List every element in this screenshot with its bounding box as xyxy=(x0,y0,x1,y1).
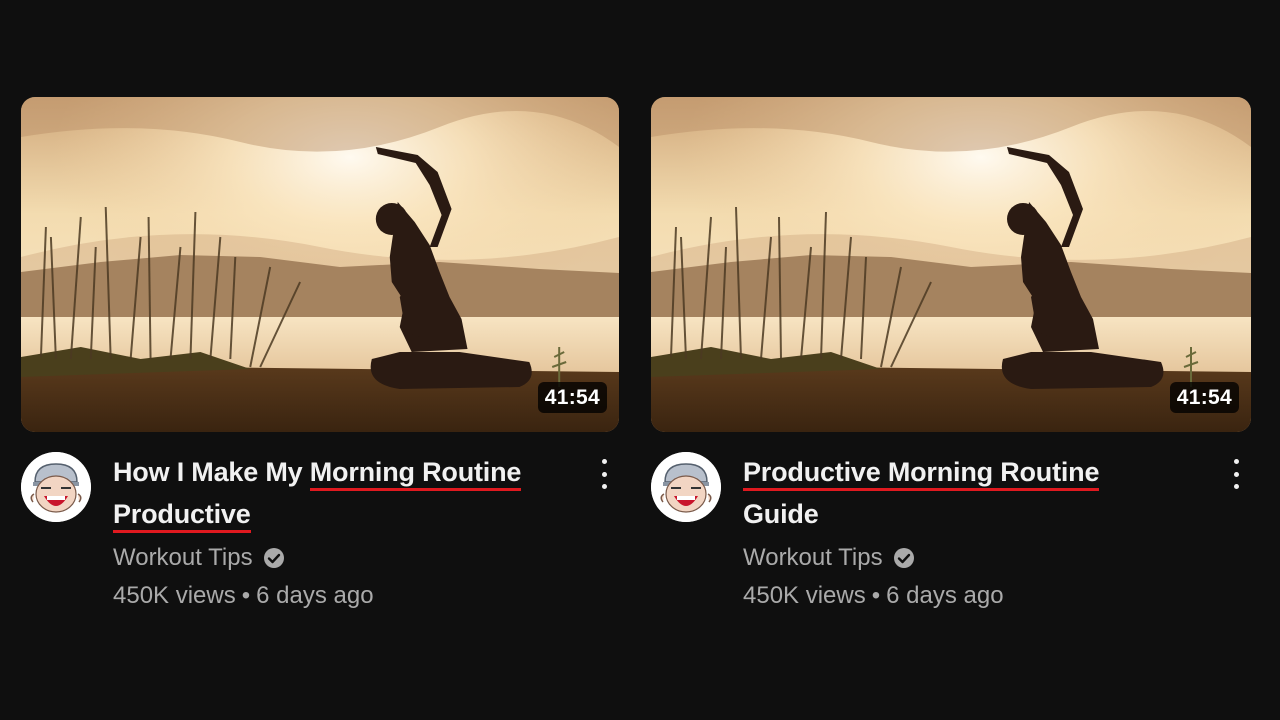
check-circle-icon xyxy=(893,548,914,568)
menu-dot xyxy=(1233,484,1239,489)
video-details: Productive Morning Routine Guide Workout … xyxy=(743,455,1251,612)
video-stats: 450K views • 6 days ago xyxy=(743,580,1251,612)
view-count: 450K views xyxy=(743,582,866,609)
avatar-cartoon-icon xyxy=(651,452,721,522)
video-meta: How I Make My Morning Routine Productive … xyxy=(21,452,619,612)
thumbnail-image xyxy=(21,97,619,432)
title-text: Guide xyxy=(743,499,819,529)
thumbnail-image xyxy=(651,97,1251,432)
duration-badge: 41:54 xyxy=(1169,382,1239,413)
channel-name[interactable]: Workout Tips xyxy=(743,542,883,574)
video-meta: Productive Morning Routine Guide Workout … xyxy=(651,452,1251,612)
separator-dot: • xyxy=(871,582,881,609)
video-thumbnail[interactable]: 41:54 xyxy=(21,97,619,432)
video-grid: 41:54 How I Make My Morning Routine Prod… xyxy=(0,0,1280,720)
channel-name[interactable]: Workout Tips xyxy=(113,542,253,574)
video-card[interactable]: 41:54 How I Make My Morning Routine Prod… xyxy=(21,97,619,612)
menu-dot xyxy=(1233,459,1239,464)
channel-avatar[interactable] xyxy=(21,452,91,522)
more-vertical-icon[interactable] xyxy=(1225,457,1247,491)
channel-avatar[interactable] xyxy=(651,452,721,522)
menu-dot xyxy=(601,459,607,464)
video-title[interactable]: How I Make My Morning Routine Productive xyxy=(113,451,619,535)
video-details: How I Make My Morning Routine Productive … xyxy=(113,455,619,612)
menu-dot xyxy=(1233,471,1239,477)
duration-badge: 41:54 xyxy=(537,382,607,413)
channel-row: Workout Tips xyxy=(743,542,1251,574)
video-card[interactable]: 41:54 Productive Morning Routine Guide W… xyxy=(651,97,1251,612)
separator-dot: • xyxy=(241,582,251,609)
title-text: How I Make My xyxy=(113,457,310,487)
video-thumbnail[interactable]: 41:54 xyxy=(651,97,1251,432)
check-circle-icon xyxy=(263,548,284,568)
menu-dot xyxy=(601,484,607,489)
more-vertical-icon[interactable] xyxy=(593,457,615,491)
upload-age: 6 days ago xyxy=(886,582,1004,609)
title-highlight: Productive xyxy=(113,499,251,533)
video-title[interactable]: Productive Morning Routine Guide xyxy=(743,451,1251,535)
video-stats: 450K views • 6 days ago xyxy=(113,580,619,612)
upload-age: 6 days ago xyxy=(256,582,374,609)
avatar-cartoon-icon xyxy=(21,452,91,522)
menu-dot xyxy=(601,471,607,477)
channel-row: Workout Tips xyxy=(113,542,619,574)
title-highlight: Productive Morning Routine xyxy=(743,457,1099,491)
title-highlight: Morning Routine xyxy=(309,457,521,491)
view-count: 450K views xyxy=(113,582,236,609)
